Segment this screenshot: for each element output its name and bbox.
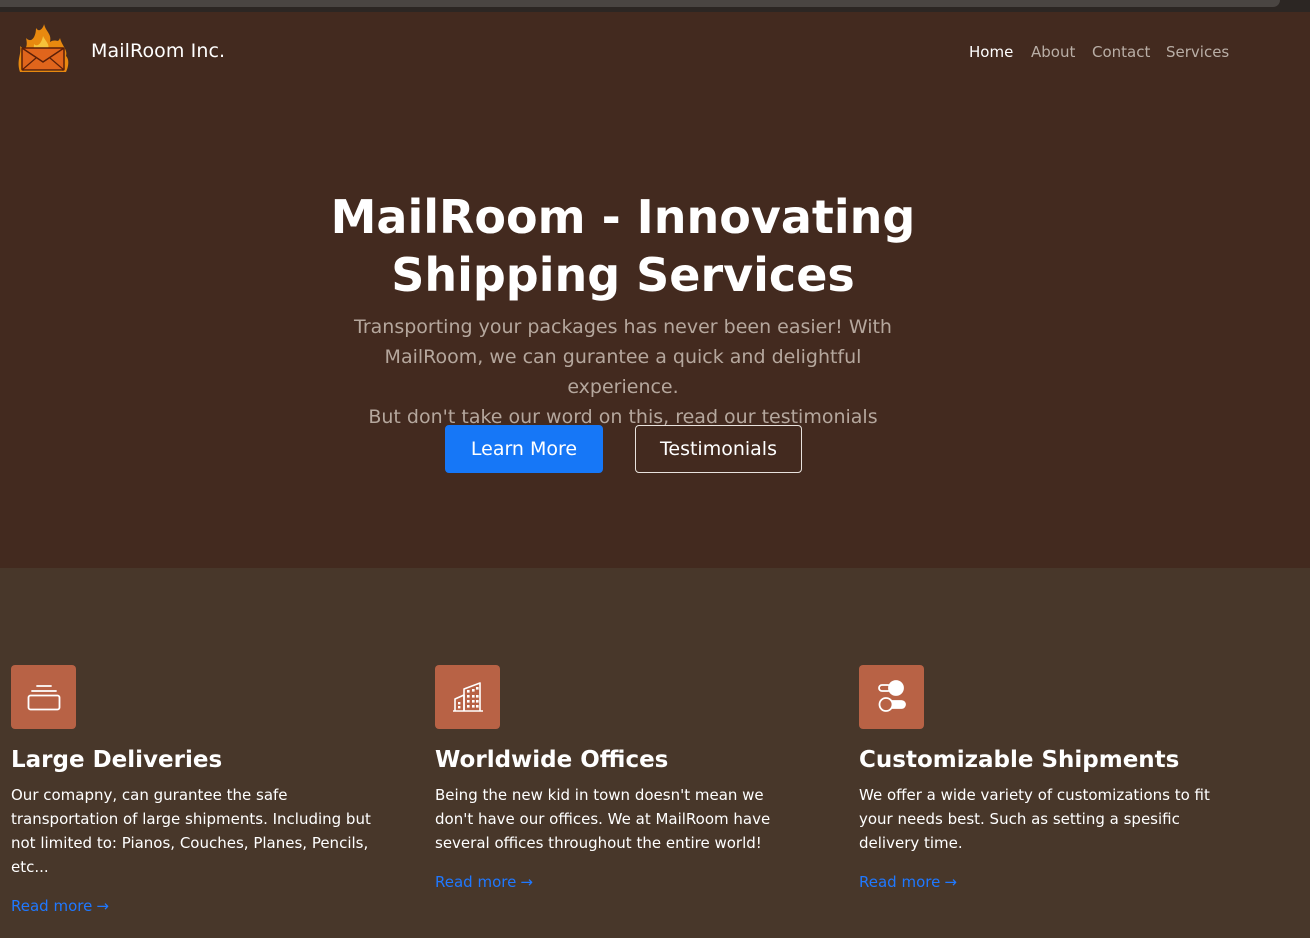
horizontal-scrollbar[interactable] [0,0,1310,12]
hero-title: MailRoom - Innovating Shipping Services [250,188,996,304]
feature-text: We offer a wide variety of customization… [859,786,1210,852]
collection-icon [11,665,76,729]
feature-customizable-shipments: Customizable Shipments We offer a wide v… [859,665,1239,893]
hero-lead: Transporting your packages has never bee… [330,312,916,432]
scrollbar-thumb[interactable] [0,0,1280,7]
toggles-icon [859,665,924,729]
testimonials-button[interactable]: Testimonials [635,425,802,473]
hero-title-line-1: MailRoom - Innovating [330,190,916,244]
read-more-link[interactable]: Read more → [435,871,533,893]
feature-title: Worldwide Offices [435,747,669,773]
feature-title: Large Deliveries [11,747,223,773]
hero-lead-line-3: But don't take our word on this, read ou… [368,406,878,428]
arrow-right-icon: → [944,873,957,891]
feature-large-deliveries: Large Deliveries Our comapny, can gurant… [11,665,391,917]
feature-text: Our comapny, can gurantee the safe trans… [11,786,371,876]
hero-lead-line-2: MailRoom, we can gurantee a quick and de… [384,346,862,398]
read-more-label: Read more [435,873,517,891]
building-icon [435,665,500,729]
flaming-envelope-icon[interactable] [14,24,72,76]
read-more-link[interactable]: Read more → [859,871,957,893]
nav-link-home[interactable]: Home [969,43,1013,61]
read-more-label: Read more [11,897,93,915]
read-more-link[interactable]: Read more → [11,895,109,917]
brand-name[interactable]: MailRoom Inc. [91,40,225,62]
learn-more-button[interactable]: Learn More [445,425,603,473]
nav-link-about[interactable]: About [1031,43,1075,61]
hero-title-line-2: Shipping Services [391,248,855,302]
nav-link-contact[interactable]: Contact [1092,43,1150,61]
feature-worldwide-offices: Worldwide Offices Being the new kid in t… [435,665,815,893]
navbar: MailRoom Inc. Home About Contact Service… [0,12,1310,92]
arrow-right-icon: → [520,873,533,891]
arrow-right-icon: → [96,897,109,915]
feature-title: Customizable Shipments [859,747,1180,773]
read-more-label: Read more [859,873,941,891]
nav-link-services[interactable]: Services [1166,43,1229,61]
feature-text: Being the new kid in town doesn't mean w… [435,786,771,852]
hero-lead-line-1: Transporting your packages has never bee… [354,316,892,338]
